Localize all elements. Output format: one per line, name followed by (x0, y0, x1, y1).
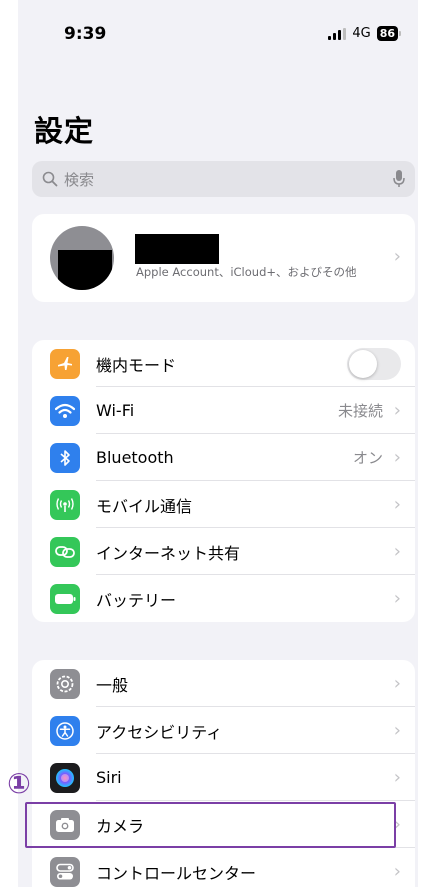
settings-screen: 9:39 4G 86 設定 検索 Apple Account、iCloud+、お… (18, 0, 418, 887)
row-wifi[interactable]: Wi-Fi 未接続 › (32, 387, 415, 434)
search-icon (42, 171, 58, 187)
chevron-right-icon: › (393, 673, 401, 694)
chevron-right-icon: › (393, 400, 401, 421)
signal-icon (328, 27, 347, 40)
siri-icon (50, 762, 80, 793)
row-bluetooth[interactable]: Bluetooth オン › (32, 434, 415, 481)
airplane-mode-toggle[interactable] (347, 347, 401, 380)
airplane-icon (50, 348, 80, 379)
page-title: 設定 (34, 114, 95, 148)
row-label: Wi-Fi (96, 401, 135, 420)
chevron-right-icon: › (393, 814, 401, 835)
row-label: 一般 (96, 675, 129, 695)
row-mobile-data[interactable]: モバイル通信 › (32, 481, 415, 528)
search-bar[interactable]: 検索 (32, 161, 415, 197)
gear-icon (50, 668, 80, 699)
battery-level: 86 (376, 26, 402, 41)
link-icon (50, 536, 80, 567)
battery-icon (50, 583, 80, 614)
row-siri[interactable]: Siri › (32, 754, 415, 801)
account-subtitle: Apple Account、iCloud+、およびその他 (136, 265, 357, 279)
search-placeholder: 検索 (64, 170, 95, 189)
chevron-right-icon: › (393, 720, 401, 741)
avatar (50, 226, 114, 290)
row-control-center[interactable]: コントロールセンター › (32, 848, 415, 887)
avatar-redaction (58, 250, 112, 290)
row-label: コントロールセンター (96, 863, 257, 883)
account-card[interactable]: Apple Account、iCloud+、およびその他 › (32, 214, 415, 302)
status-indicators: 4G 86 (328, 26, 402, 41)
account-name-redaction (135, 234, 219, 264)
row-personal-hotspot[interactable]: インターネット共有 › (32, 528, 415, 575)
chevron-right-icon: › (393, 861, 401, 882)
row-label: モバイル通信 (96, 496, 193, 516)
row-label: Siri (96, 768, 122, 787)
connectivity-group: 機内モード Wi-Fi 未接続 › Bluetooth オン › モバイル通信 … (32, 340, 415, 622)
step-marker: ① (7, 766, 31, 800)
chevron-right-icon: › (393, 541, 401, 562)
row-accessibility[interactable]: アクセシビリティ › (32, 707, 415, 754)
camera-icon (50, 809, 80, 840)
chevron-right-icon: › (393, 447, 401, 468)
row-battery[interactable]: バッテリー › (32, 575, 415, 622)
general-group: 一般 › アクセシビリティ › Siri › カメラ › コントロールセンター … (32, 660, 415, 887)
wifi-icon (50, 395, 80, 426)
row-label: カメラ (96, 816, 145, 836)
bluetooth-icon (50, 442, 80, 473)
row-value: オン (352, 449, 383, 467)
row-label: インターネット共有 (96, 543, 241, 563)
row-label: バッテリー (96, 590, 177, 610)
chevron-right-icon: › (393, 588, 401, 609)
status-time: 9:39 (64, 24, 107, 44)
row-value: 未接続 (337, 402, 383, 420)
antenna-icon (50, 489, 80, 520)
chevron-right-icon: › (393, 246, 401, 267)
row-label: Bluetooth (96, 448, 174, 467)
status-bar: 9:39 4G 86 (18, 20, 418, 48)
network-type: 4G (352, 26, 371, 41)
accessibility-icon (50, 715, 80, 746)
row-label: アクセシビリティ (96, 722, 223, 742)
chevron-right-icon: › (393, 494, 401, 515)
row-camera[interactable]: カメラ › (32, 801, 415, 848)
row-airplane-mode[interactable]: 機内モード (32, 340, 415, 387)
microphone-icon[interactable] (393, 170, 405, 188)
switches-icon (50, 856, 80, 887)
row-label: 機内モード (96, 355, 177, 375)
row-general[interactable]: 一般 › (32, 660, 415, 707)
chevron-right-icon: › (393, 767, 401, 788)
